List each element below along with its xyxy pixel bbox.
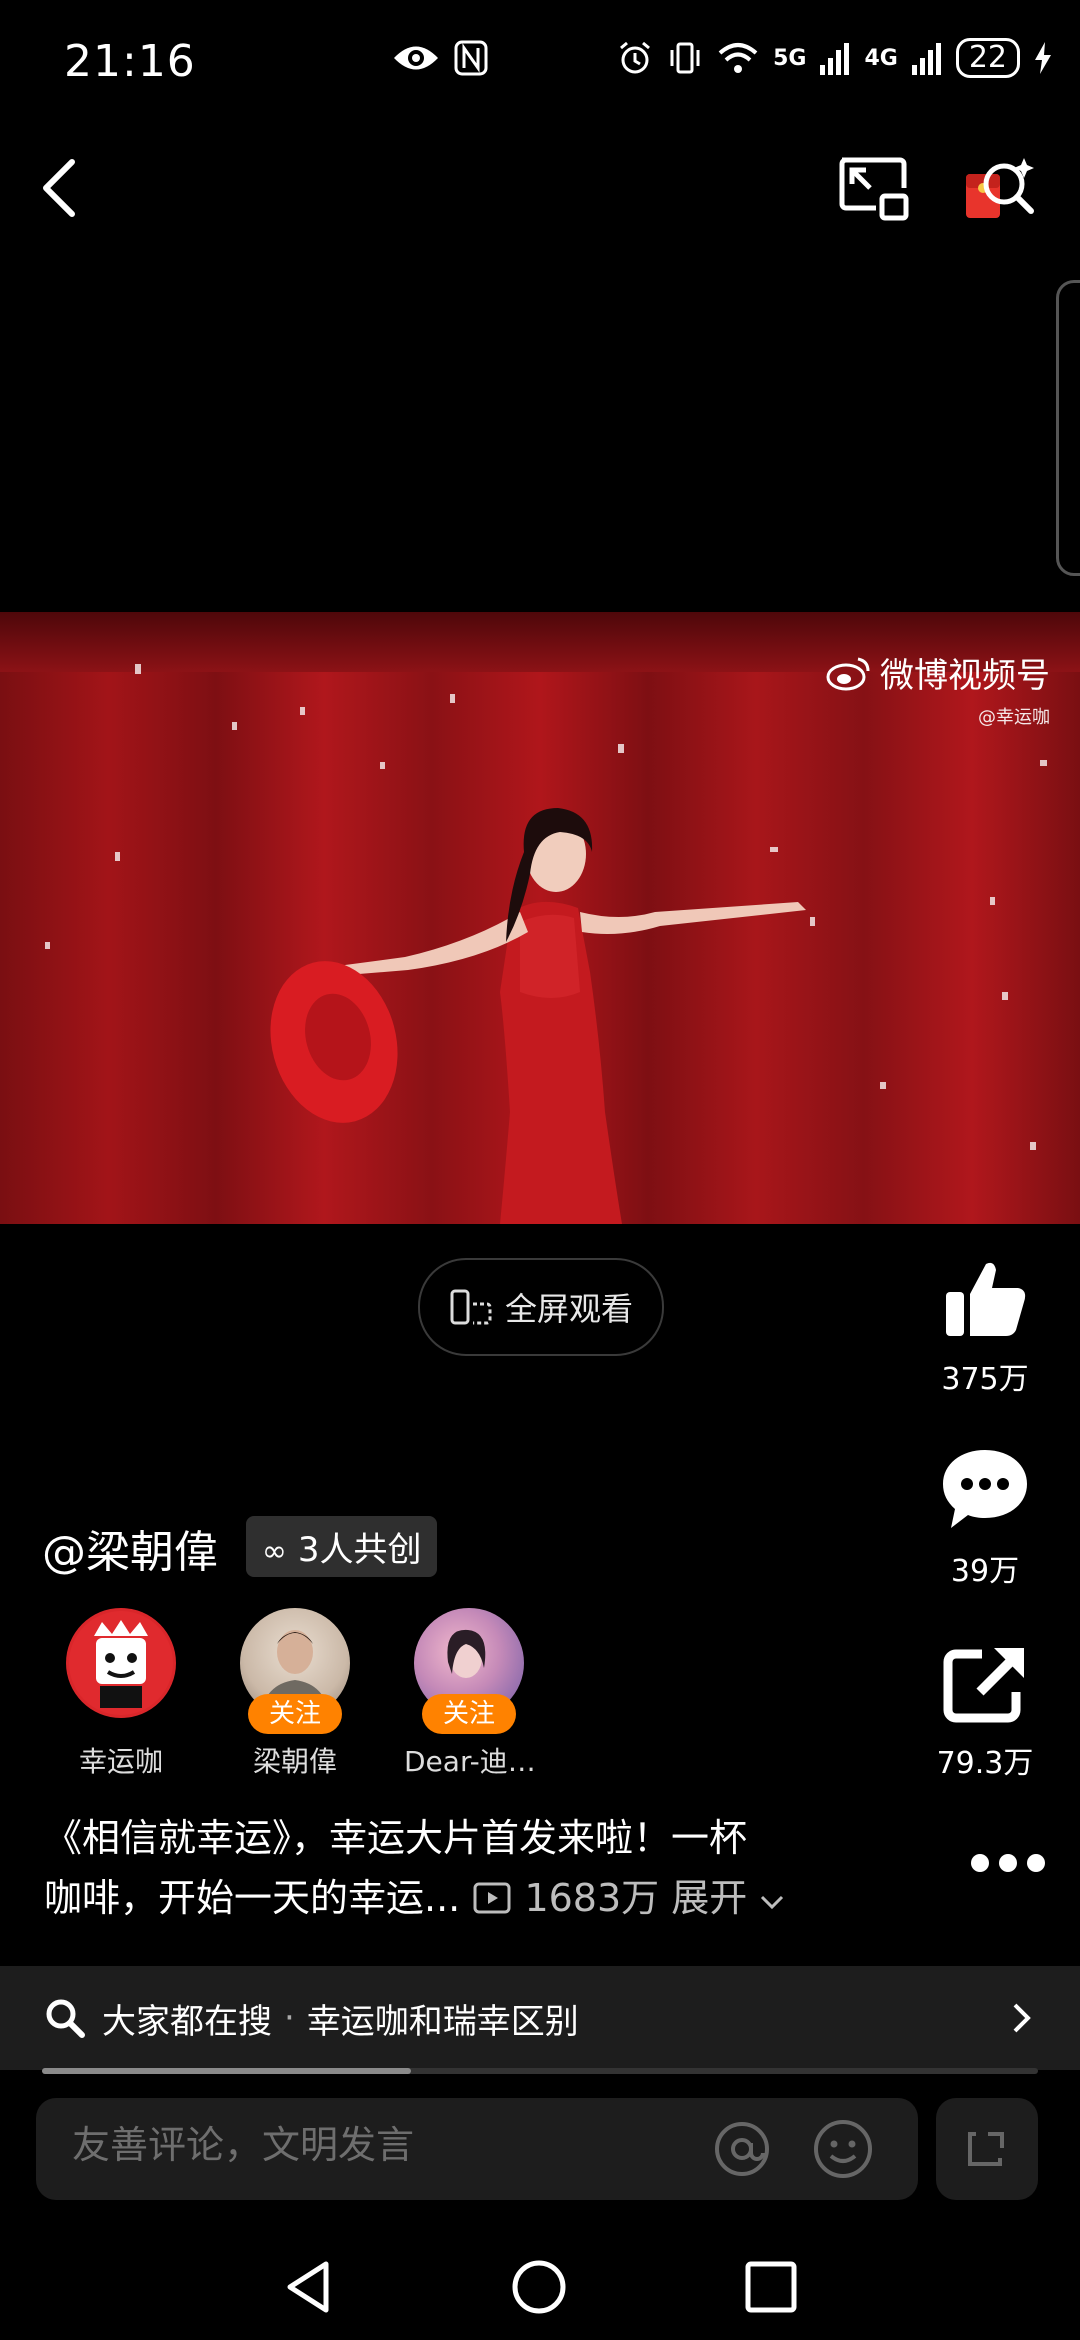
nav-recents-icon[interactable] xyxy=(744,2260,798,2314)
avatar: 关注 xyxy=(240,1608,350,1734)
play-icon xyxy=(473,1882,511,1914)
eye-icon xyxy=(394,46,438,70)
search-icon xyxy=(46,1999,85,2038)
like-count: 375万 xyxy=(941,1362,1029,1397)
nav-back-icon[interactable] xyxy=(282,2258,334,2316)
description-line-1: 《相信就幸运》，幸运大片首发来啦！一杯 xyxy=(44,1816,748,1860)
signal-5g-icon xyxy=(820,43,850,75)
watermark-title: 微博视频号 xyxy=(880,656,1050,696)
comment-bubble-icon xyxy=(943,1450,1027,1528)
video-player[interactable]: 微博视频号 @幸运咖 xyxy=(0,612,1080,1224)
network-5g-label: 5G xyxy=(773,45,807,71)
follow-button[interactable]: 关注 xyxy=(248,1694,342,1734)
back-arrow-icon xyxy=(43,159,75,217)
search-separator: · xyxy=(284,1998,295,2038)
status-right-icons: 5G 4G 22 xyxy=(617,38,1052,78)
share-count: 79.3万 xyxy=(936,1746,1034,1781)
side-panel-handle[interactable] xyxy=(1056,280,1080,576)
search-query: 幸运咖和瑞幸区别 xyxy=(306,2001,579,2042)
description-line-2: 咖啡，开始一天的幸运... xyxy=(44,1876,461,1920)
share-icon xyxy=(943,1648,1024,1723)
expand-button[interactable]: 展开 xyxy=(671,1876,785,1920)
comment-box[interactable] xyxy=(36,2098,918,2200)
network-4g-label: 4G xyxy=(864,45,898,71)
pip-button[interactable] xyxy=(836,154,910,226)
emoji-icon[interactable] xyxy=(812,2118,874,2180)
lucky-coffee-logo-icon xyxy=(69,1611,173,1715)
back-button[interactable] xyxy=(36,156,84,224)
fullscreen-label: 全屏观看 xyxy=(504,1290,633,1328)
battery-level: 22 xyxy=(955,38,1020,78)
more-button[interactable] xyxy=(970,1852,1046,1878)
signal-4g-icon xyxy=(911,43,941,75)
comment-expand-button[interactable] xyxy=(936,2098,1038,2200)
creator-name: 幸运咖 xyxy=(78,1745,163,1778)
status-left-icons xyxy=(392,40,488,76)
play-count-group: 1683万 xyxy=(472,1876,671,1920)
cocreate-badge[interactable]: ∞ 3人共创 xyxy=(246,1516,438,1577)
more-dots-icon xyxy=(971,1854,1045,1872)
nfc-icon xyxy=(454,40,488,76)
red-packet-button[interactable] xyxy=(962,154,1038,228)
wifi-icon xyxy=(718,43,758,73)
avatar xyxy=(66,1608,176,1718)
nav-home-icon[interactable] xyxy=(510,2258,568,2316)
trending-search-bar[interactable]: 大家都在搜 · 幸运咖和瑞幸区别 xyxy=(0,1966,1080,2070)
chevron-down-icon xyxy=(761,1895,784,1910)
share-button[interactable]: 79.3万 xyxy=(910,1644,1060,1782)
at-mention-icon[interactable] xyxy=(712,2119,772,2179)
creator-item[interactable]: 幸运咖 xyxy=(56,1608,186,1780)
weibo-logo-icon xyxy=(826,657,870,690)
chevron-right-icon xyxy=(1013,2003,1031,2033)
search-prefix: 大家都在搜 xyxy=(102,2001,272,2042)
rotate-screen-icon xyxy=(450,1289,492,1325)
creator-name: 梁朝偉 xyxy=(252,1745,337,1778)
vibrate-icon xyxy=(670,42,700,74)
watermark-handle: @幸运咖 xyxy=(978,707,1050,728)
follow-button[interactable]: 关注 xyxy=(422,1694,516,1734)
expand-label: 展开 xyxy=(671,1876,748,1920)
creator-name: Dear-迪… xyxy=(404,1745,536,1778)
comment-input[interactable] xyxy=(70,2122,694,2168)
creator-item[interactable]: 关注 梁朝偉 xyxy=(230,1608,360,1780)
comment-button[interactable]: 39万 xyxy=(910,1446,1060,1590)
charging-icon xyxy=(1035,42,1051,74)
like-button[interactable]: 375万 xyxy=(910,1258,1060,1398)
play-count: 1683万 xyxy=(524,1876,660,1920)
video-description: 《相信就幸运》，幸运大片首发来啦！一杯 咖啡，开始一天的幸运... 1683万 … xyxy=(44,1808,874,1928)
avatar: 关注 xyxy=(414,1608,524,1734)
video-progress-fill xyxy=(42,2068,411,2074)
comment-count: 39万 xyxy=(950,1554,1020,1589)
author-handle[interactable]: @梁朝偉 xyxy=(42,1516,218,1580)
expand-corners-icon xyxy=(968,2132,1004,2166)
picture-in-picture-icon xyxy=(839,157,909,221)
red-packet-search-icon xyxy=(966,158,1034,218)
status-time: 21:16 xyxy=(64,36,196,87)
cocreate-label: 3人共创 xyxy=(297,1530,422,1570)
creator-item[interactable]: 关注 Dear-迪… xyxy=(404,1608,536,1780)
watermark: 微博视频号 @幸运咖 xyxy=(826,648,1050,729)
thumbs-up-icon xyxy=(946,1262,1026,1336)
fullscreen-button[interactable]: 全屏观看 xyxy=(418,1258,664,1356)
alarm-icon xyxy=(620,41,651,74)
link-icon: ∞ xyxy=(262,1534,287,1569)
system-nav-bar xyxy=(0,2236,1080,2340)
